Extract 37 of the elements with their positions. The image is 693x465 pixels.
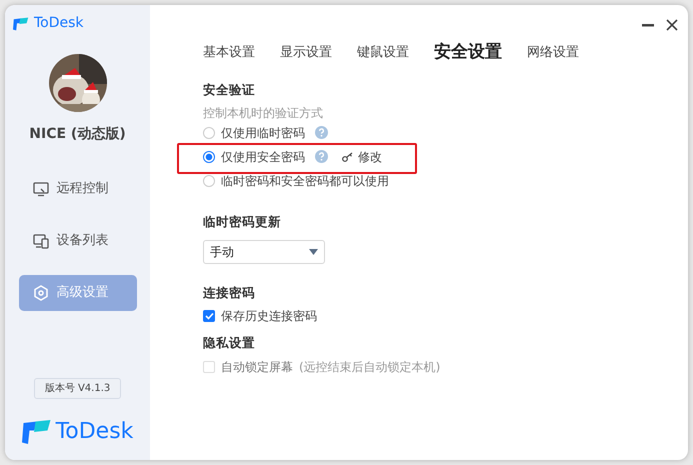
section-title: 隐私设置 xyxy=(203,334,256,352)
help-icon[interactable] xyxy=(315,126,328,140)
profile-name: NICE (动态版) xyxy=(29,125,126,144)
logo-icon xyxy=(13,16,29,32)
caret-icon xyxy=(309,248,318,254)
monitor-icon xyxy=(32,181,48,197)
checkbox[interactable] xyxy=(203,310,215,322)
version-label: 版本号 V4.1.3 xyxy=(34,378,122,399)
dropdown[interactable]: 手动 xyxy=(203,240,325,264)
section-title: 连接密码 xyxy=(203,284,256,302)
logo-text: ToDesk xyxy=(56,418,134,446)
section-title: 临时密码更新 xyxy=(203,212,282,231)
dropdown-value: 手动 xyxy=(210,244,234,260)
nav-item[interactable]: 远程控制 xyxy=(18,171,136,207)
radio-button[interactable] xyxy=(203,150,215,163)
devices-icon xyxy=(32,233,48,249)
checkbox-label[interactable]: 保存历史连接密码 xyxy=(221,307,317,326)
key-icon xyxy=(342,152,354,162)
tab[interactable]: 安全设置 xyxy=(434,40,502,66)
close-button[interactable] xyxy=(666,18,678,31)
section-title: 安全验证 xyxy=(203,81,256,99)
tab[interactable]: 显示设置 xyxy=(280,43,332,63)
hint-text: 控制本机时的验证方式 xyxy=(203,104,324,122)
option-label[interactable]: 仅使用安全密码 xyxy=(221,148,305,166)
radio-button[interactable] xyxy=(203,174,215,187)
help-icon[interactable] xyxy=(315,150,328,164)
hint-text: (远控结束后自动锁定本机) xyxy=(299,359,440,376)
tab[interactable]: 基本设置 xyxy=(203,43,255,63)
settings-icon xyxy=(32,285,48,301)
radio-button[interactable] xyxy=(203,126,215,139)
tab[interactable]: 键鼠设置 xyxy=(357,43,409,63)
option-label[interactable]: 仅使用临时密码 xyxy=(221,124,305,142)
nav-item[interactable]: 设备列表 xyxy=(18,223,136,259)
app-title: ToDesk xyxy=(34,14,84,33)
option-label[interactable]: 临时密码和安全密码都可以使用 xyxy=(221,172,389,190)
tab[interactable]: 网络设置 xyxy=(527,43,579,63)
edit-link[interactable]: 修改 xyxy=(342,148,382,166)
